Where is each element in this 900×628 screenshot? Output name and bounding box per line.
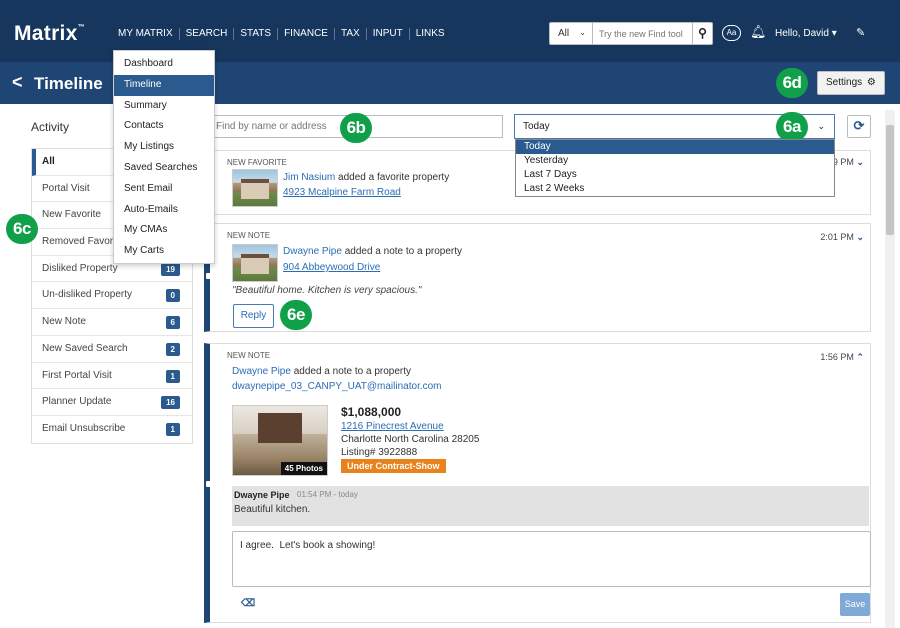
menu-item-timeline[interactable]: Timeline (114, 74, 214, 96)
card-time[interactable]: 1:56 PM ⌃ (820, 352, 864, 363)
note-text: "Beautiful home. Kitchen is very spaciou… (232, 285, 422, 296)
date-option-last-7-days[interactable]: Last 7 Days (516, 168, 834, 182)
count-badge: 1 (165, 369, 180, 383)
reply-button[interactable]: Reply (233, 304, 274, 328)
chevron-down-icon: ⌄ (817, 121, 825, 131)
count-badge: 16 (161, 396, 180, 410)
text-size-icon[interactable]: Aa (722, 25, 741, 41)
comment-timestamp: 01:54 PM - today (297, 490, 358, 499)
menu-item-sent-email[interactable]: Sent Email (114, 179, 214, 200)
main-nav: MY MATRIX SEARCH STATS FINANCE TAX INPUT… (112, 28, 451, 40)
bell-icon[interactable]: 🔔︎ (750, 24, 767, 40)
date-option-last-2-weeks[interactable]: Last 2 Weeks (516, 182, 834, 196)
property-thumbnail[interactable] (232, 169, 278, 207)
nav-finance[interactable]: FINANCE (278, 28, 335, 40)
menu-item-summary[interactable]: Summary (114, 96, 214, 117)
card-type-label: NEW FAVORITE (227, 158, 287, 167)
card-type-label: NEW NOTE (227, 231, 271, 240)
back-chevron-icon[interactable]: < (12, 72, 23, 93)
callout-6d: 6d (776, 68, 808, 98)
nav-search[interactable]: SEARCH (180, 28, 235, 40)
search-icon[interactable]: ⚲ (693, 22, 713, 45)
page-title: Timeline (34, 74, 103, 93)
activity-title: Activity (31, 120, 70, 134)
photo-count-tag: 45 Photos (280, 462, 327, 475)
contact-link[interactable]: Jim Nasium (283, 172, 335, 183)
activity-description: Jim Nasium added a favorite property (283, 172, 450, 183)
menu-item-auto-emails[interactable]: Auto-Emails (114, 200, 214, 221)
count-badge: 2 (165, 342, 180, 356)
count-badge: 19 (161, 262, 180, 276)
timeline-card: NEW NOTE 1:56 PM ⌃ Dwayne Pipe added a n… (204, 343, 871, 623)
card-notch (206, 273, 213, 279)
status-badge: Under Contract-Show (341, 459, 446, 473)
reply-textarea[interactable]: I agree. Let's book a showing! (232, 531, 871, 587)
count-badge: 6 (165, 316, 180, 330)
search-scope-select[interactable]: All ⌄ (549, 22, 593, 45)
nav-stats[interactable]: STATS (234, 28, 279, 40)
pin-icon[interactable]: ✎ (856, 26, 865, 39)
contact-email-link[interactable]: dwaynepipe_03_CANPY_UAT@mailinator.com (232, 381, 442, 392)
menu-item-saved-searches[interactable]: Saved Searches (114, 158, 214, 179)
nav-links[interactable]: LINKS (410, 28, 451, 40)
menu-item-dashboard[interactable]: Dashboard (114, 54, 214, 75)
menu-item-my-cmas[interactable]: My CMAs (114, 220, 214, 241)
callout-6a: 6a (776, 112, 808, 142)
activity-item-new-note[interactable]: New Note 6 (32, 309, 192, 336)
property-thumbnail[interactable] (232, 244, 278, 282)
date-option-yesterday[interactable]: Yesterday (516, 154, 834, 168)
matrix-logo[interactable]: Matrix™ (14, 22, 85, 46)
save-button[interactable]: Save (840, 593, 870, 616)
activity-item-first-portal-visit[interactable]: First Portal Visit 1 (32, 363, 192, 390)
date-range-options: Today Yesterday Last 7 Days Last 2 Weeks (515, 139, 835, 197)
listing-number: Listing# 3922888 (341, 447, 418, 458)
menu-item-my-listings[interactable]: My Listings (114, 137, 214, 158)
settings-button[interactable]: Settings ⚙ (817, 71, 885, 95)
chevron-down-icon: ⌄ (579, 28, 586, 37)
global-search-input[interactable] (593, 22, 693, 45)
count-badge: 0 (165, 289, 180, 303)
nav-my-matrix[interactable]: MY MATRIX (112, 28, 180, 40)
caret-down-icon: ▾ (831, 28, 837, 39)
card-notch (206, 481, 213, 487)
nav-tax[interactable]: TAX (335, 28, 367, 40)
chevron-down-icon: ⌄ (856, 157, 864, 167)
property-city-line: Charlotte North Carolina 28205 (341, 434, 480, 445)
activity-item-planner-update[interactable]: Planner Update 16 (32, 389, 192, 416)
property-photo[interactable]: 45 Photos (232, 405, 328, 476)
comment-text: Beautiful kitchen. (234, 504, 311, 515)
property-price: $1,088,000 (341, 405, 402, 419)
gear-icon: ⚙ (866, 77, 876, 88)
property-address-link[interactable]: 4923 Mcalpine Farm Road (283, 187, 401, 198)
activity-item-new-saved-search[interactable]: New Saved Search 2 (32, 336, 192, 363)
chevron-down-icon: ⌄ (856, 232, 864, 242)
refresh-icon[interactable]: ⟳ (847, 115, 871, 138)
global-search: All⌄ ⚲ (549, 22, 713, 45)
property-address-link[interactable]: 904 Abbeywood Drive (283, 262, 380, 273)
activity-description: Dwayne Pipe added a note to a property (232, 366, 412, 377)
my-matrix-menu: Dashboard Timeline Summary Contacts My L… (113, 50, 215, 264)
callout-6e: 6e (280, 300, 312, 330)
menu-item-contacts[interactable]: Contacts (114, 116, 214, 137)
date-option-today[interactable]: Today (516, 140, 834, 154)
callout-6b: 6b (340, 113, 372, 143)
eraser-icon[interactable]: ⌫ (241, 598, 255, 609)
activity-description: Dwayne Pipe added a note to a property (283, 246, 463, 257)
activity-item-un-disliked-property[interactable]: Un-disliked Property 0 (32, 282, 192, 310)
activity-item-email-unsubscribe[interactable]: Email Unsubscribe 1 (32, 416, 192, 443)
comment-author: Dwayne Pipe (234, 490, 290, 500)
nav-input[interactable]: INPUT (367, 28, 410, 40)
menu-item-my-carts[interactable]: My Carts (114, 241, 214, 262)
chevron-up-icon: ⌃ (856, 352, 864, 362)
card-type-label: NEW NOTE (227, 351, 271, 360)
contact-link[interactable]: Dwayne Pipe (232, 366, 291, 377)
count-badge: 1 (165, 422, 180, 436)
callout-6c: 6c (6, 214, 38, 244)
user-menu[interactable]: Hello, David ▾ (775, 28, 837, 39)
property-address-link[interactable]: 1216 Pinecrest Avenue (341, 421, 444, 432)
scrollbar-thumb[interactable] (886, 125, 894, 235)
comment-thread: Dwayne Pipe 01:54 PM - today Beautiful k… (232, 486, 869, 526)
contact-link[interactable]: Dwayne Pipe (283, 246, 342, 257)
card-time[interactable]: 2:01 PM ⌄ (820, 232, 864, 243)
